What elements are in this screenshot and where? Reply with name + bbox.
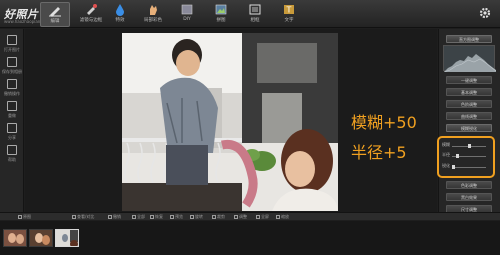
slider-blur[interactable] [468, 144, 471, 148]
tool-frame[interactable]: 相框 [240, 2, 270, 27]
thumb-image [56, 230, 78, 246]
drop-icon [116, 4, 124, 16]
status-undo[interactable]: 撤销 [108, 214, 121, 220]
eye-icon [18, 215, 22, 219]
panel-btn-histogram[interactable]: 直方图调整 [446, 35, 492, 43]
slider-radius[interactable] [456, 154, 459, 158]
open-icon [7, 35, 17, 45]
photo-image [122, 33, 338, 211]
status-adjust[interactable]: 调整 [234, 214, 247, 220]
status-compare[interactable]: 查看/对比 [72, 214, 94, 220]
panel-btn-color[interactable]: 色彩调整 [446, 181, 492, 189]
tool-text[interactable]: T 文字 [274, 2, 304, 27]
status-bar: 原图 查看/对比 撤销 全部 恢复 预览 旋转 裁剪 调整 全屏 缩放 [0, 212, 500, 220]
panel-btn-levels[interactable]: 色阶调整 [446, 100, 492, 108]
status-preview[interactable]: 预览 [170, 214, 183, 220]
hand-icon [150, 5, 157, 15]
status-crop[interactable]: 裁剪 [212, 214, 225, 220]
slider-label-sharpen: 锐化 [442, 163, 450, 168]
tool-mosaic[interactable]: 拼图 [206, 2, 236, 27]
brush-icon [87, 4, 97, 15]
pen-icon [49, 7, 61, 17]
filmstrip-thumb-2[interactable] [29, 229, 53, 247]
panel-btn-blur-sharpen[interactable]: 模糊锐化 [446, 124, 492, 132]
tool-diy[interactable]: DIY [172, 2, 202, 27]
tool-edit[interactable]: 编辑 [40, 2, 70, 27]
crop-icon [212, 215, 216, 219]
rotate-icon [190, 215, 194, 219]
photo-canvas[interactable] [122, 33, 338, 211]
picture-icon [215, 4, 227, 15]
panel-btn-basic[interactable]: 基本调整 [446, 88, 492, 96]
panel-btn-auto[interactable]: 一键调整 [446, 76, 492, 84]
fullscreen-icon [256, 215, 260, 219]
top-toolbar: 好照片 www.haozhaopian.com 编辑 滤镜与边框 特效 局部彩色… [0, 0, 500, 28]
histogram [443, 45, 497, 73]
gear-icon[interactable] [478, 6, 492, 20]
slider-track-sharpen [452, 167, 486, 168]
annotation-blur: 模糊+50 [351, 113, 417, 132]
filmstrip-thumb-1[interactable] [3, 229, 27, 247]
zoom-icon [276, 215, 280, 219]
help-icon [7, 145, 17, 155]
status-zoom[interactable]: 缩放 [276, 214, 289, 220]
panel-btn-curves[interactable]: 曲线调整 [446, 112, 492, 120]
text-icon: T [284, 5, 294, 15]
status-rotate[interactable]: 旋转 [190, 214, 203, 220]
status-fullscreen[interactable]: 全屏 [256, 214, 269, 220]
restore-icon [150, 215, 154, 219]
slider-label-blur: 模糊 [442, 142, 450, 147]
slider-sharpen[interactable] [452, 165, 455, 169]
status-original[interactable]: 原图 [18, 214, 31, 220]
grid-icon [132, 215, 136, 219]
status-restore[interactable]: 恢复 [150, 214, 163, 220]
thumb-image [4, 230, 26, 246]
left-sidebar: 打开图片 保存到相册 撤销操作 重做 分享 帮助 [0, 29, 24, 212]
undo-icon [108, 215, 112, 219]
tool-local-color[interactable]: 局部彩色 [138, 2, 168, 27]
svg-text:T: T [286, 6, 292, 15]
tool-filter[interactable]: 滤镜与边框 [76, 2, 106, 27]
diy-icon [181, 4, 193, 15]
redo-icon [7, 101, 17, 111]
adjust-icon [234, 215, 238, 219]
slider-label-radius: 半径 [442, 152, 450, 157]
annotation-radius: 半径+5 [351, 143, 407, 162]
compare-icon [72, 215, 76, 219]
histogram-graph [443, 54, 497, 73]
sidebar-item-help[interactable]: 帮助 [1, 143, 23, 171]
frame-icon [249, 4, 261, 15]
preview-icon [170, 215, 174, 219]
share-icon [7, 123, 17, 133]
thumb-image [30, 230, 52, 246]
tool-effect[interactable]: 特效 [105, 2, 135, 27]
save-icon [7, 57, 17, 67]
status-all[interactable]: 全部 [132, 214, 145, 220]
filmstrip-thumb-3[interactable] [55, 229, 79, 247]
undo-icon [7, 79, 17, 89]
panel-btn-bw[interactable]: 黑白效果 [446, 193, 492, 201]
